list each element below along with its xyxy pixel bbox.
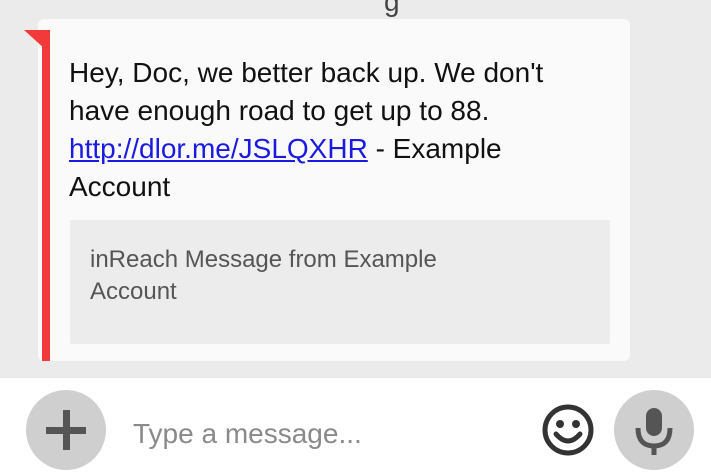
message-composer: Type a message... [0, 378, 711, 475]
attachment-title: inReach Message from Example Account [90, 246, 437, 305]
add-attachment-button[interactable] [26, 390, 106, 470]
cutoff-previous-text: g [384, 0, 400, 17]
message-accent-bar [42, 30, 50, 361]
conversation-view: g Hey, Doc, we better back up. We don't … [0, 0, 711, 378]
message-body: Hey, Doc, we better back up. We don't ha… [69, 57, 544, 126]
smiley-icon [542, 404, 594, 456]
message-bubble-tail [24, 30, 46, 50]
microphone-icon [635, 408, 673, 455]
message-text: Hey, Doc, we better back up. We don't ha… [69, 54, 609, 206]
message-attachment-preview[interactable]: inReach Message from Example Account [70, 220, 610, 344]
emoji-button[interactable] [540, 402, 596, 458]
message-input[interactable]: Type a message... [133, 418, 362, 450]
message-link[interactable]: http://dlor.me/JSLQXHR [69, 133, 368, 164]
voice-input-button[interactable] [614, 390, 694, 470]
